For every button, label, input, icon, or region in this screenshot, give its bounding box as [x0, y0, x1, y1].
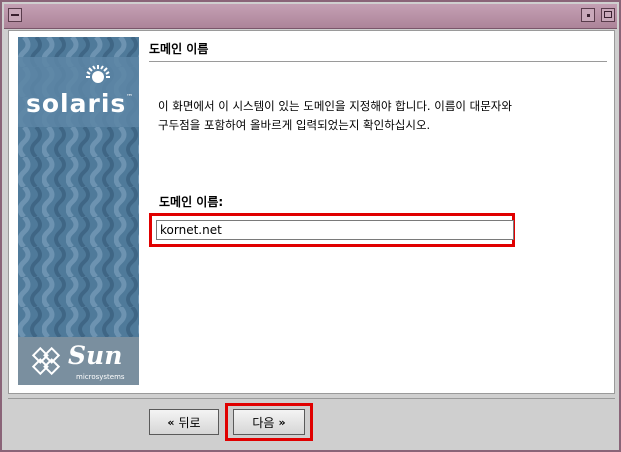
wizard-panel: solaris ™ Sun microsystems 도메인 이름 이 화면에서…: [8, 30, 615, 394]
back-button-label: 뒤로: [178, 415, 201, 430]
sun-emblem-icon: [31, 346, 61, 376]
domain-name-label: 도메인 이름:: [159, 195, 224, 209]
next-button[interactable]: 다음 »: [233, 409, 305, 435]
microsystems-text: microsystems: [76, 373, 125, 381]
window-menu-icon[interactable]: [8, 8, 22, 22]
side-banner: solaris ™ Sun microsystems: [18, 37, 139, 385]
sun-logo-text: Sun: [68, 341, 123, 370]
sun-logo-block: Sun microsystems: [18, 337, 139, 385]
description-line-2: 구두점을 포함하여 올바르게 입력되었는지 확인하십시오.: [158, 118, 431, 132]
next-button-label: 다음: [252, 415, 275, 430]
wave-pattern: [18, 37, 139, 337]
footer-divider: [8, 398, 615, 399]
maximize-icon[interactable]: [601, 8, 615, 22]
trademark-mark: ™: [126, 93, 133, 101]
domain-name-input[interactable]: [156, 220, 514, 240]
back-button[interactable]: « 뒤로: [149, 409, 219, 435]
description-text: 이 화면에서 이 시스템이 있는 도메인을 지정해야 합니다. 이름이 대문자와…: [158, 97, 598, 135]
double-chevron-right-icon: »: [278, 415, 286, 429]
title-bar[interactable]: [4, 4, 617, 29]
installer-window: solaris ™ Sun microsystems 도메인 이름 이 화면에서…: [0, 0, 621, 452]
double-chevron-left-icon: «: [167, 415, 175, 429]
description-line-1: 이 화면에서 이 시스템이 있는 도메인을 지정해야 합니다. 이름이 대문자와: [158, 99, 512, 113]
page-title: 도메인 이름: [149, 39, 607, 62]
solaris-logo: solaris: [26, 89, 127, 118]
minimize-icon[interactable]: [581, 8, 595, 22]
